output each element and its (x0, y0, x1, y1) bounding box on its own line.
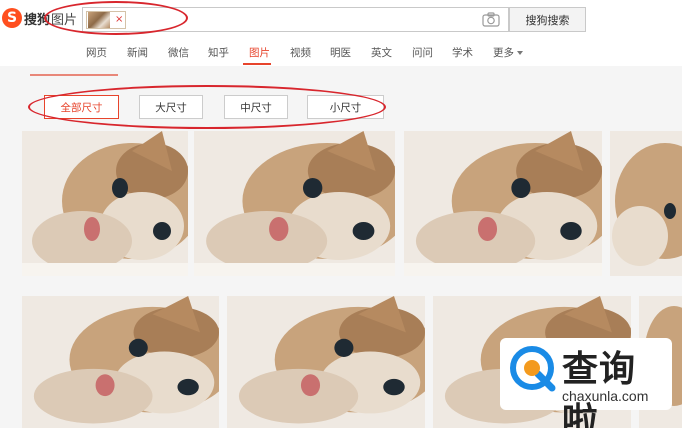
watermark-brand: 查询啦 (562, 349, 637, 428)
chaxunla-logo-icon (510, 346, 556, 392)
active-tab-indicator (243, 63, 271, 65)
image-result[interactable] (404, 131, 602, 276)
watermark-url: chaxunla.com (562, 388, 649, 404)
category-nav: 网页 新闻 微信 知乎 图片 视频 明医 英文 问问 学术 更多 (0, 45, 682, 61)
size-filter-large[interactable]: 大尺寸 (139, 95, 203, 119)
nav-item-images[interactable]: 图片 (249, 45, 270, 60)
logo-subtitle: 图片 (51, 12, 78, 28)
logo-s-icon: S (2, 8, 22, 28)
nav-item-video[interactable]: 视频 (290, 45, 311, 60)
image-result[interactable] (610, 131, 682, 276)
chevron-down-icon (517, 51, 523, 55)
search-image-chip[interactable]: × (86, 11, 126, 29)
nav-item-medical[interactable]: 明医 (330, 45, 351, 60)
cat-photo (22, 131, 188, 276)
sogou-logo[interactable]: S 搜狗 图片 (2, 8, 77, 28)
header: S 搜狗 图片 × 搜狗搜索 网页 新闻 微信 知乎 图片 视频 明医 英文 问… (0, 0, 682, 66)
cat-photo (22, 296, 219, 428)
nav-item-wechat[interactable]: 微信 (168, 45, 189, 60)
nav-item-web[interactable]: 网页 (86, 45, 107, 60)
size-filter-medium[interactable]: 中尺寸 (224, 95, 288, 119)
image-result[interactable] (227, 296, 425, 428)
search-input[interactable]: × (82, 7, 509, 32)
cat-photo (610, 131, 682, 276)
image-result[interactable] (22, 131, 188, 276)
cat-photo (227, 296, 425, 428)
camera-icon[interactable] (482, 12, 500, 27)
annotation-underline (30, 74, 118, 76)
logo-text: 搜狗 (24, 12, 51, 28)
cat-photo (194, 131, 395, 276)
nav-item-academic[interactable]: 学术 (452, 45, 473, 60)
cat-photo (404, 131, 602, 276)
size-filter-small[interactable]: 小尺寸 (307, 95, 384, 119)
nav-item-wenwen[interactable]: 问问 (412, 45, 433, 60)
nav-item-more[interactable]: 更多 (493, 45, 523, 60)
search-button[interactable]: 搜狗搜索 (509, 7, 586, 32)
nav-item-zhihu[interactable]: 知乎 (208, 45, 229, 60)
watermark: 查询啦 chaxunla.com (500, 338, 672, 428)
search-image-thumbnail (88, 12, 110, 28)
image-result[interactable] (194, 131, 395, 276)
nav-item-english[interactable]: 英文 (371, 45, 392, 60)
nav-more-label: 更多 (493, 47, 514, 59)
image-result[interactable] (22, 296, 219, 428)
remove-image-icon[interactable]: × (115, 15, 123, 25)
nav-item-news[interactable]: 新闻 (127, 45, 148, 60)
size-filter-all[interactable]: 全部尺寸 (44, 95, 119, 119)
